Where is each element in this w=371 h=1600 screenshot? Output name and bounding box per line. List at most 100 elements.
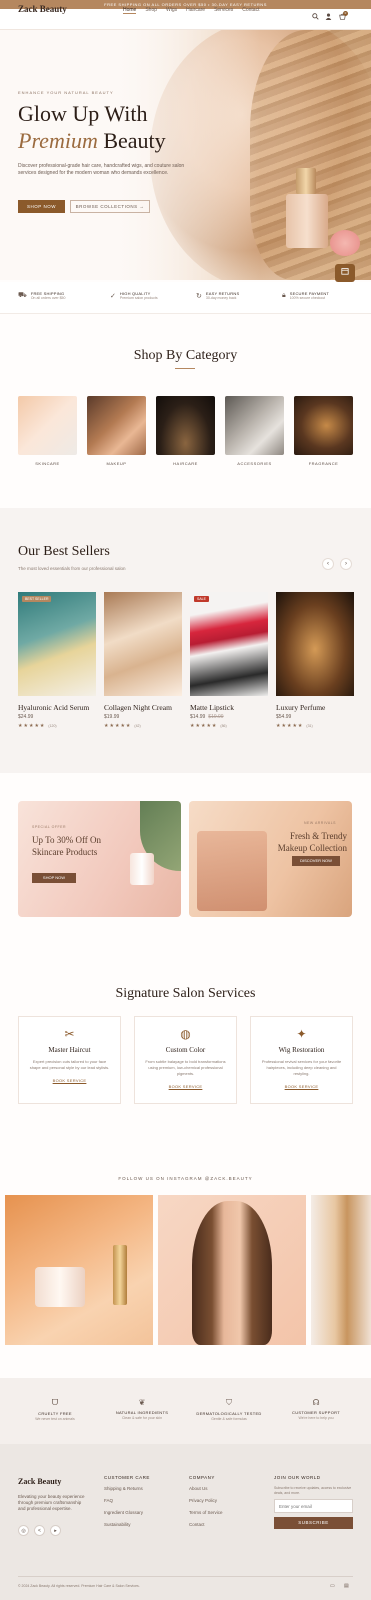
calendar-icon[interactable] [335, 264, 355, 282]
old-price: $19.99 [208, 714, 224, 720]
instagram-post[interactable] [311, 1195, 371, 1345]
lock-icon: 🔒︎ [282, 291, 286, 299]
rose-image [330, 230, 360, 256]
rabbit-icon: ᗜ [51, 1398, 59, 1407]
promo-headline: Up To 30% Off On Skincare Products [32, 835, 102, 857]
nav-haircare[interactable]: Haircare [186, 7, 205, 14]
product-image [104, 592, 182, 696]
trust-cruelty-free: ᗜ CRUELTY FREE We never test on animals [15, 1398, 95, 1421]
site-logo[interactable]: Zack Beauty [18, 4, 67, 14]
book-service-link[interactable]: BOOK SERVICE [135, 1084, 236, 1089]
instagram-post[interactable] [5, 1195, 153, 1345]
promo-headline: Fresh & Trendy Makeup Collection [277, 831, 347, 853]
footer-link[interactable]: About Us [189, 1486, 223, 1491]
browse-collections-button[interactable]: BROWSE COLLECTIONS → [70, 200, 150, 213]
truck-icon: ⛟ [18, 292, 27, 299]
footer-company: COMPANY About Us Privacy Policy Terms of… [189, 1475, 223, 1527]
nav-home[interactable]: Home [123, 7, 137, 14]
user-icon[interactable] [324, 13, 333, 22]
product-card[interactable]: BEST SELLER Hyaluronic Acid Serum $24.99… [18, 592, 96, 729]
category-makeup[interactable]: MAKEUP [87, 396, 146, 466]
category-accessories[interactable]: ACCESSORIES [225, 396, 284, 466]
star-rating: ★★★★★ (42) [104, 723, 141, 729]
title-underline [175, 368, 195, 369]
instagram-icon[interactable]: ◎ [18, 1525, 29, 1536]
feature-free-shipping: ⛟ FREE SHIPPING On all orders over $50 [18, 291, 66, 300]
headset-icon: ☊ [312, 1398, 320, 1407]
product-price: $19.99 [104, 714, 120, 720]
review-count: (42) [134, 724, 141, 728]
skincare-promo-card[interactable]: SPECIAL OFFER Up To 30% Off On Skincare … [18, 801, 181, 917]
sale-badge: SALE [194, 596, 209, 602]
footer-divider [18, 1576, 353, 1577]
email-input[interactable] [274, 1499, 353, 1513]
footer-link[interactable]: Contact [189, 1522, 223, 1527]
leaf-icon: ❦ [138, 1398, 146, 1407]
nav-services[interactable]: Services [214, 7, 233, 14]
footer-link[interactable]: FAQ [104, 1498, 150, 1503]
palette-icon: ◍ [180, 1027, 191, 1041]
category-fragrance[interactable]: FRAGRANCE [294, 396, 353, 466]
product-card[interactable]: SALE Matte Lipstick $14.99 $19.99 ★★★★★ (8… [190, 592, 268, 729]
footer-link[interactable]: Ingredient Glossary [104, 1510, 150, 1515]
bestsellers-subtitle: The most loved essentials from our profe… [18, 566, 126, 571]
shop-now-button[interactable]: SHOP NOW [18, 200, 65, 213]
instagram-title: FOLLOW US ON INSTAGRAM @ZACK.BEAUTY [118, 1176, 253, 1181]
shield-icon: ⛉ [226, 1398, 232, 1407]
product-name[interactable]: Luxury Perfume [276, 703, 354, 712]
scissors-icon: ✂ [64, 1027, 75, 1041]
product-card[interactable]: Collagen Night Cream $19.99 ★★★★★ (42) [104, 592, 182, 729]
footer-link[interactable]: Sustainability [104, 1522, 150, 1527]
category-skincare[interactable]: SKINCARE [18, 396, 77, 466]
trust-dermatologically-tested: ⛉ DERMATOLOGICALLY TESTED Gentle & safe … [189, 1398, 269, 1421]
hero-eyebrow: ENHANCE YOUR NATURAL BEAUTY [18, 90, 114, 95]
star-rating: ★★★★★ (86) [190, 723, 227, 729]
copyright-text: © 2024 Zack Beauty. All rights reserved.… [18, 1584, 140, 1588]
card-icon: ▭ [330, 1583, 335, 1589]
footer-logo[interactable]: Zack Beauty [18, 1477, 61, 1486]
search-icon[interactable] [311, 13, 320, 22]
product-price: $24.99 [18, 714, 34, 720]
product-image: SALE [190, 592, 268, 696]
nav-contact[interactable]: Contact [242, 7, 259, 14]
product-name[interactable]: Collagen Night Cream [104, 703, 182, 712]
share-icon[interactable]: < [34, 1525, 45, 1536]
subscribe-button[interactable]: SUBSCRIBE [274, 1517, 353, 1529]
service-card: ✂ Master Haircut Expert precision cuts t… [18, 1016, 121, 1104]
feature-easy-returns: ↻ EASY RETURNS 30-day money back [196, 291, 240, 300]
category-haircare[interactable]: HAIRCARE [156, 396, 215, 466]
prev-arrow-icon[interactable]: ‹ [322, 558, 334, 570]
play-icon[interactable]: ▸ [50, 1525, 61, 1536]
next-arrow-icon[interactable]: › [340, 558, 352, 570]
category-image [294, 396, 353, 455]
service-description: From subtle balayage to bold transformat… [145, 1059, 226, 1076]
sparkle-icon: ✦ [296, 1027, 307, 1041]
feature-high-quality: ✓ HIGH QUALITY Premium salon products [110, 291, 158, 300]
product-card[interactable]: Luxury Perfume $54.99 ★★★★★ (31) [276, 592, 354, 729]
hero-title-accent: Premium [18, 128, 98, 153]
service-card: ✦ Wig Restoration Professional revival s… [250, 1016, 353, 1104]
footer-link[interactable]: Terms of Service [189, 1510, 223, 1515]
category-image [225, 396, 284, 455]
product-name[interactable]: Hyaluronic Acid Serum [18, 703, 96, 712]
book-service-link[interactable]: BOOK SERVICE [19, 1078, 120, 1083]
best-seller-badge: BEST SELLER [22, 596, 52, 602]
product-image: BEST SELLER [18, 592, 96, 696]
discover-now-button[interactable]: DISCOVER NOW [292, 856, 340, 866]
product-name[interactable]: Matte Lipstick [190, 703, 268, 712]
book-service-link[interactable]: BOOK SERVICE [251, 1084, 352, 1089]
nav-wigs[interactable]: Wigs [166, 7, 177, 14]
service-title: Custom Color [165, 1046, 206, 1054]
footer-newsletter: JOIN OUR WORLD [274, 1475, 321, 1480]
product-price: $14.99 $19.99 [190, 714, 224, 720]
nav-shop[interactable]: Shop [145, 7, 157, 14]
cart-count-badge: 0 [343, 11, 348, 16]
makeup-promo-card[interactable]: NEW ARRIVALS Fresh & Trendy Makeup Colle… [189, 801, 352, 917]
instagram-post[interactable] [158, 1195, 306, 1345]
footer-link[interactable]: Privacy Policy [189, 1498, 223, 1503]
review-count: (86) [220, 724, 227, 728]
promo-shop-now-button[interactable]: SHOP NOW [32, 873, 76, 883]
category-image [156, 396, 215, 455]
review-count: (120) [48, 724, 57, 728]
footer-link[interactable]: Shipping & Returns [104, 1486, 150, 1491]
